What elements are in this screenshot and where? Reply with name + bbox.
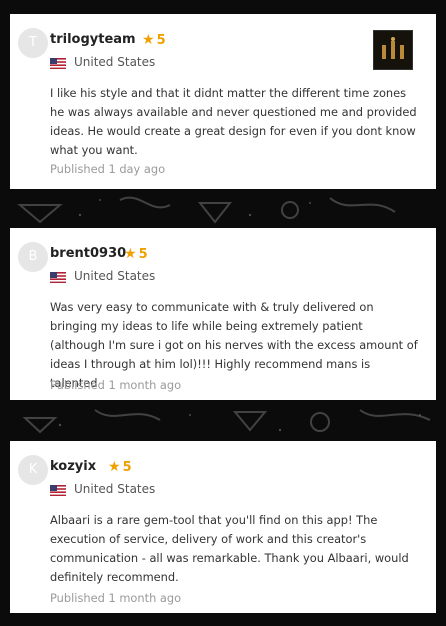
reviewer-username[interactable]: kozyix (50, 459, 96, 474)
rating: ★ 5 (142, 32, 166, 48)
star-icon: ★ (124, 246, 137, 262)
reviewer-country: United States (74, 55, 156, 69)
reviewer-username[interactable]: trilogyteam (50, 32, 136, 47)
star-icon: ★ (142, 32, 155, 48)
avatar[interactable]: T (18, 28, 48, 58)
rating-value: 5 (138, 247, 148, 262)
published-date: Published 1 month ago (50, 378, 182, 392)
us-flag-icon (50, 58, 66, 69)
review-card: K kozyix ★ 5 United States Albaari is a r… (10, 441, 436, 613)
us-flag-icon (50, 485, 66, 496)
us-flag-icon (50, 272, 66, 283)
avatar[interactable]: B (18, 242, 48, 272)
rating-value: 5 (122, 460, 132, 475)
rating: ★ 5 (124, 246, 148, 262)
reviewer-username[interactable]: brent0930 (50, 246, 126, 261)
review-text: I like his style and that it didnt matte… (50, 86, 417, 157)
published-date: Published 1 month ago (50, 591, 182, 605)
rating-value: 5 (156, 33, 166, 48)
review-card: B brent0930 ★ 5 United States Was very ea… (10, 228, 436, 400)
reviewer-country: United States (74, 269, 156, 283)
avatar[interactable]: K (18, 455, 48, 485)
star-icon: ★ (108, 459, 121, 475)
reviewer-country: United States (74, 482, 156, 496)
review-card: T trilogyteam ★ 5 United States I like hi… (10, 14, 436, 189)
published-date: Published 1 day ago (50, 162, 166, 176)
portfolio-thumbnail[interactable] (373, 30, 413, 70)
review-text: Albaari is a rare gem-tool that you'll f… (50, 513, 409, 584)
rating: ★ 5 (108, 459, 132, 475)
